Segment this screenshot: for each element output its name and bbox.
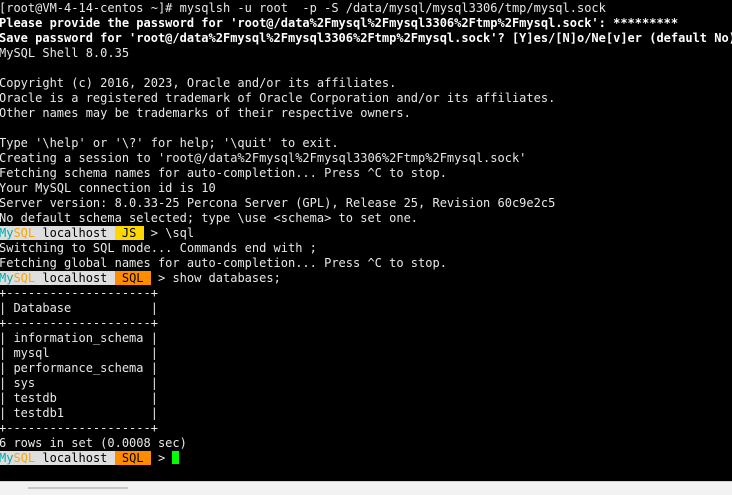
other-names-line: Other names may be trademarks of their r… — [0, 106, 411, 120]
connection-id-line: Your MySQL connection id is 10 — [0, 181, 216, 195]
trademark-line: Oracle is a registered trademark of Orac… — [0, 91, 556, 105]
default-schema-line: No default schema selected; type \use <s… — [0, 211, 419, 225]
table-row: | testdb | — [0, 391, 158, 405]
mysql-prompt-badge: MySQL — [0, 226, 36, 240]
shell-command-line: [root@VM-4-14-centos ~]# mysqlsh -u root… — [0, 1, 606, 15]
mysql-prompt-badge: MySQL — [0, 451, 36, 465]
table-row: | performance_schema | — [0, 361, 158, 375]
save-password-prompt-line: Save password for 'root@/data%2Fmysql%2F… — [0, 31, 732, 45]
copyright-line: Copyright (c) 2016, 2023, Oracle and/or … — [0, 76, 397, 90]
table-row: | sys | — [0, 376, 158, 390]
schema-fetch-line: Fetching schema names for auto-completio… — [0, 166, 447, 180]
table-row: | testdb1 | — [0, 406, 158, 420]
prompt-arrow: > — [143, 226, 166, 240]
prompt-host-segment: localhost — [35, 271, 115, 285]
prompt-mode-sql-segment: SQL — [114, 451, 151, 465]
session-create-line: Creating a session to 'root@/data%2Fmysq… — [0, 151, 527, 165]
table-border-bottom: +--------------------+ — [0, 421, 158, 435]
text-cursor[interactable] — [172, 451, 180, 464]
prompt-command: \sql — [165, 226, 195, 240]
prompt-host-segment: localhost — [35, 451, 115, 465]
sql-mode-switch-line: Switching to SQL mode... Commands end wi… — [0, 241, 317, 255]
table-border-mid: +--------------------+ — [0, 316, 158, 330]
mysql-prompt-badge: MySQL — [0, 271, 36, 285]
table-row: | information_schema | — [0, 331, 158, 345]
mysql-prompt-js: MySQL localhost JS > \sql — [0, 226, 732, 241]
prompt-arrow: > — [150, 271, 173, 285]
terminal-window[interactable]: [root@VM-4-14-centos ~]# mysqlsh -u root… — [0, 1, 732, 481]
prompt-mode-sql-segment: SQL — [114, 271, 151, 285]
password-prompt-line: Please provide the password for 'root@/d… — [0, 16, 679, 30]
bottom-bar — [0, 481, 732, 495]
prompt-command: show databases; — [172, 271, 281, 285]
shell-version-line: MySQL Shell 8.0.35 — [0, 46, 130, 60]
mysql-prompt-sql: MySQL localhost SQL > show databases; — [0, 271, 732, 286]
global-fetch-line: Fetching global names for auto-completio… — [0, 256, 447, 270]
table-header: | Database | — [0, 301, 158, 315]
mysql-prompt-active[interactable]: MySQL localhost SQL > — [0, 451, 732, 466]
prompt-mode-js-segment: JS — [114, 226, 144, 240]
cropped-text-fragment — [28, 487, 128, 489]
help-hint-line: Type '\help' or '\?' for help; '\quit' t… — [0, 136, 339, 150]
prompt-host-segment: localhost — [35, 226, 115, 240]
prompt-arrow: > — [150, 451, 173, 465]
server-version-line: Server version: 8.0.33-25 Percona Server… — [0, 196, 556, 210]
table-row: | mysql | — [0, 346, 158, 360]
table-border-top: +--------------------+ — [0, 286, 158, 300]
result-summary-line: 6 rows in set (0.0008 sec) — [0, 436, 187, 450]
